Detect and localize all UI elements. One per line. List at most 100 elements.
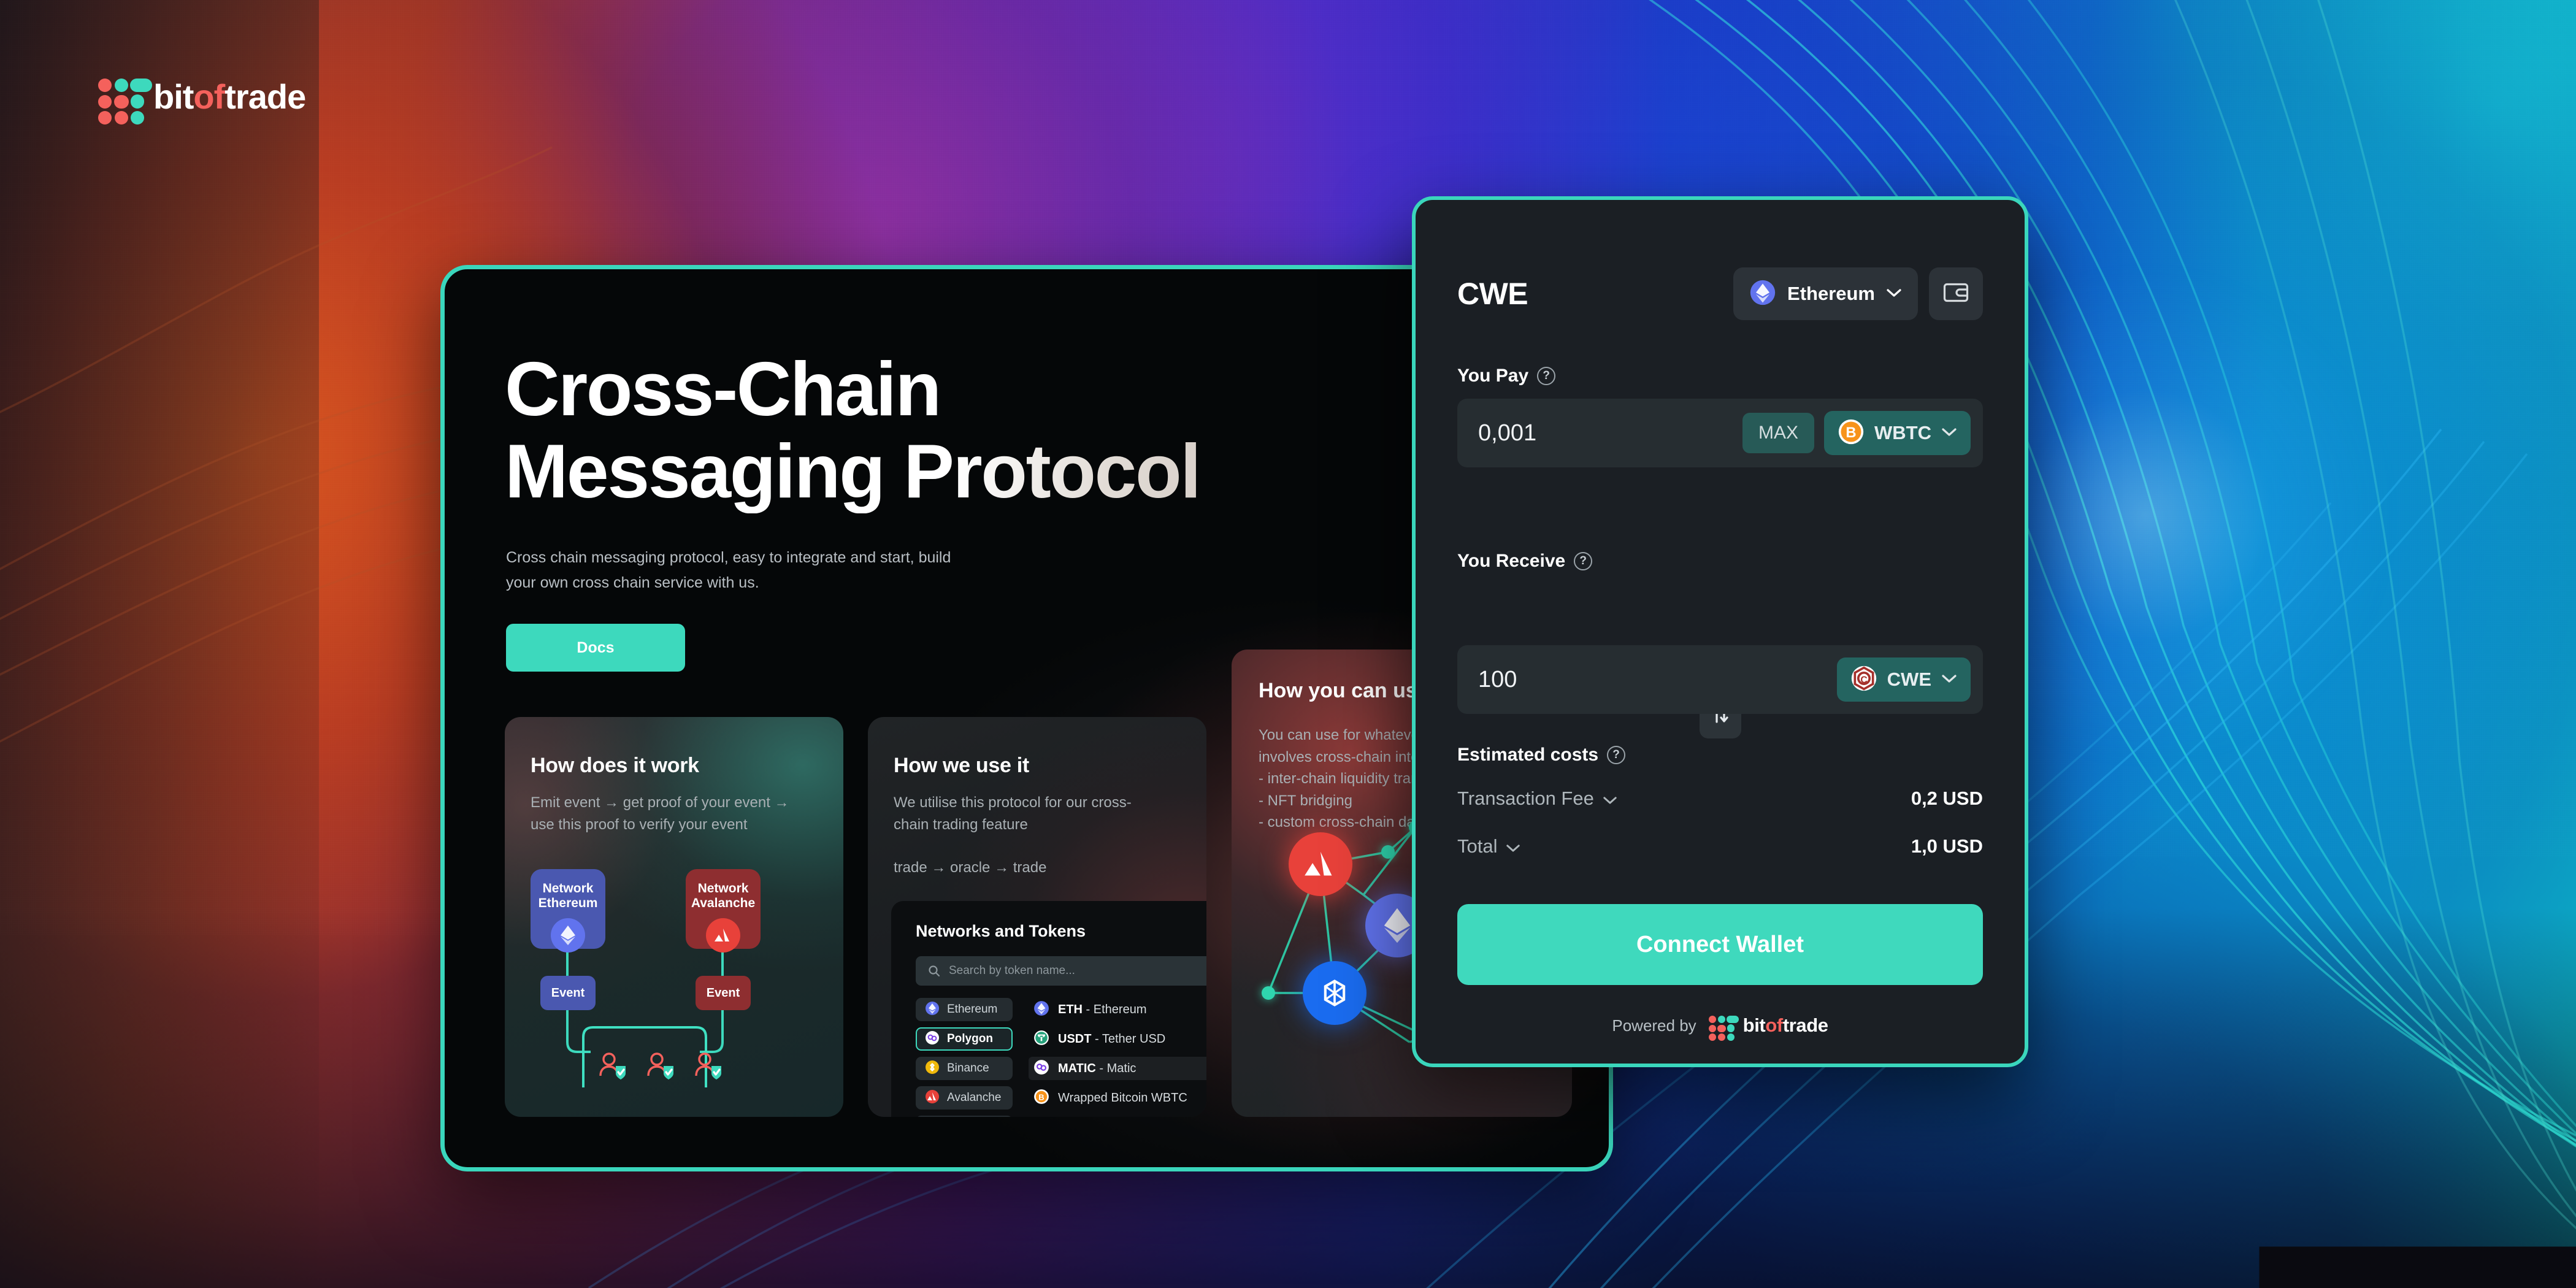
hero-title-line2: Messaging Protocol bbox=[505, 431, 1363, 513]
hero-subtitle: Cross chain messaging protocol, easy to … bbox=[506, 545, 960, 595]
card-title: How we use it bbox=[894, 754, 1029, 778]
estimated-costs-label-row: Estimated costs ? bbox=[1457, 745, 1983, 765]
you-pay-token-selector[interactable]: B WBTC bbox=[1824, 411, 1971, 455]
help-circle-icon[interactable]: ? bbox=[1574, 552, 1592, 570]
you-pay-amount-input[interactable]: 0,001 bbox=[1478, 420, 1742, 447]
cost-row-value: 1,0 USD bbox=[1911, 835, 1983, 857]
validator-check-icon bbox=[597, 1051, 627, 1085]
ethereum-icon bbox=[1033, 1000, 1049, 1019]
token-name: Matic bbox=[1107, 1062, 1137, 1075]
bitoftrade-logo-icon bbox=[98, 79, 137, 115]
wallet-icon bbox=[1943, 282, 1969, 307]
token-row[interactable]: MATIC - Matic bbox=[1029, 1057, 1206, 1080]
bitoftrade-logo-icon bbox=[1709, 1016, 1731, 1036]
chevron-down-icon[interactable] bbox=[1603, 788, 1617, 810]
connect-wallet-wrap: Connect Wallet bbox=[1457, 904, 1983, 985]
tether-icon bbox=[1033, 1030, 1049, 1049]
card-how-we-use-it: How we use it We utilise this protocol f… bbox=[868, 717, 1206, 1117]
help-circle-icon[interactable]: ? bbox=[1607, 746, 1625, 764]
chevron-down-icon[interactable] bbox=[1506, 835, 1520, 857]
polygon-icon bbox=[925, 1030, 940, 1048]
wbtc-icon: B bbox=[1033, 1089, 1049, 1108]
powered-by-footer: Powered by bitoftrade bbox=[1416, 1014, 2025, 1037]
brand-name-accent: of bbox=[193, 77, 224, 116]
graph-node-dot bbox=[1262, 986, 1275, 1000]
you-pay-input-row[interactable]: 0,001 MAX B WBTC bbox=[1457, 399, 1983, 467]
cost-row-label: Total bbox=[1457, 835, 1497, 857]
token-name: Wrapped Bitcoin WBTC bbox=[1058, 1091, 1187, 1105]
docs-button[interactable]: Docs bbox=[506, 624, 685, 672]
connect-wallet-button[interactable]: Connect Wallet bbox=[1457, 904, 1983, 985]
token-search-input[interactable]: Search by token name... bbox=[916, 956, 1206, 986]
chain-selector-label: Ethereum bbox=[1787, 283, 1875, 305]
brand-name-suffix: trade bbox=[224, 77, 305, 116]
card-how-does-it-work: How does it work Emit event → get proof … bbox=[505, 717, 843, 1117]
cost-row-label: Transaction Fee bbox=[1457, 788, 1594, 810]
token-symbol: USDT bbox=[1058, 1032, 1091, 1046]
help-circle-icon[interactable]: ? bbox=[1537, 367, 1555, 385]
brand-name-prefix: bit bbox=[153, 77, 193, 116]
chevron-down-icon bbox=[1886, 288, 1902, 301]
swap-widget-panel: CWE Ethereum You Pay ? 0,001 MAX B WBTC … bbox=[1412, 196, 2028, 1067]
token-symbol: MATIC bbox=[1058, 1062, 1096, 1075]
token-row[interactable]: ETH - Ethereum bbox=[1029, 998, 1206, 1021]
event-badge-left: Event bbox=[540, 976, 596, 1010]
search-icon bbox=[928, 965, 940, 977]
chain-item-avalanche[interactable]: Avalanche bbox=[916, 1086, 1013, 1110]
svg-text:B: B bbox=[1846, 424, 1856, 441]
card-flow-text: trade → oracle → trade bbox=[894, 857, 1163, 879]
networks-and-tokens-panel: Networks and Tokens Search by token name… bbox=[891, 901, 1206, 1117]
cwe-icon: C bbox=[1850, 665, 1877, 695]
brand-wordmark: bitoftrade bbox=[1743, 1014, 1828, 1037]
validator-check-icon bbox=[645, 1051, 675, 1085]
token-list: ETH - Ethereum USDT - Tether USD MATIC -… bbox=[1029, 998, 1206, 1117]
widget-header-actions: Ethereum bbox=[1733, 267, 1983, 320]
powered-by-label: Powered by bbox=[1612, 1016, 1696, 1035]
you-receive-token-selector[interactable]: C CWE bbox=[1837, 657, 1971, 702]
token-search-placeholder: Search by token name... bbox=[949, 964, 1075, 978]
network-box-label: Network Avalanche bbox=[686, 869, 761, 911]
svg-text:C: C bbox=[1860, 675, 1867, 685]
brand-name-prefix: bit bbox=[1743, 1014, 1766, 1036]
token-row[interactable]: B Wrapped Bitcoin WBTC bbox=[1029, 1086, 1206, 1110]
chain-item-polygon[interactable]: Polygon bbox=[916, 1027, 1013, 1051]
binance-icon bbox=[925, 1060, 940, 1078]
chain-selector-button[interactable]: Ethereum bbox=[1733, 267, 1918, 320]
chevron-down-icon bbox=[1941, 427, 1957, 440]
polygon-icon bbox=[1033, 1059, 1049, 1078]
you-receive-label-row: You Receive ? bbox=[1457, 551, 1983, 572]
validator-check-icon bbox=[692, 1051, 723, 1085]
ethereum-icon bbox=[925, 1001, 940, 1019]
avalanche-icon bbox=[925, 1089, 940, 1107]
chain-item-ethereum[interactable]: Ethereum bbox=[916, 998, 1013, 1021]
estimated-costs-label: Estimated costs bbox=[1457, 745, 1598, 765]
you-receive-amount-input[interactable]: 100 bbox=[1478, 667, 1827, 693]
event-badge-label: Event bbox=[707, 986, 740, 1000]
you-pay-token-label: WBTC bbox=[1874, 422, 1931, 444]
chain-label: Ethereum bbox=[947, 1003, 997, 1016]
svg-text:B: B bbox=[1038, 1092, 1044, 1102]
hero-title-line1: Cross-Chain bbox=[505, 347, 940, 432]
page-title: Cross-Chain Messaging Protocol bbox=[505, 349, 1363, 513]
brand-name-suffix: trade bbox=[1783, 1014, 1828, 1036]
chain-item-binance[interactable]: Binance bbox=[916, 1057, 1013, 1080]
token-row[interactable]: USDT - Tether USD bbox=[1029, 1027, 1206, 1051]
brand-logo: bitoftrade bbox=[98, 77, 305, 117]
cost-row-total[interactable]: Total 1,0 USD bbox=[1457, 835, 1983, 857]
you-receive-label: You Receive bbox=[1457, 551, 1565, 572]
you-receive-input-row[interactable]: 100 C CWE bbox=[1457, 645, 1983, 714]
chain-item-fantom[interactable]: Fantom bbox=[916, 1116, 1013, 1117]
chain-list: Ethereum Polygon Binance Avalanche bbox=[916, 998, 1013, 1117]
wallet-button[interactable] bbox=[1929, 267, 1983, 320]
avalanche-icon bbox=[706, 918, 740, 953]
token-row[interactable]: B renBTC RENBTC bbox=[1029, 1116, 1206, 1117]
chain-label: Binance bbox=[947, 1062, 989, 1075]
cost-row-transaction-fee[interactable]: Transaction Fee 0,2 USD bbox=[1457, 788, 1983, 810]
graph-node-dot bbox=[1381, 845, 1395, 859]
max-button[interactable]: MAX bbox=[1742, 413, 1814, 453]
chain-label: Avalanche bbox=[947, 1091, 1001, 1105]
event-badge-right: Event bbox=[696, 976, 751, 1010]
event-badge-label: Event bbox=[551, 986, 585, 1000]
fantom-icon bbox=[1303, 961, 1367, 1025]
chevron-down-icon bbox=[1941, 673, 1957, 686]
